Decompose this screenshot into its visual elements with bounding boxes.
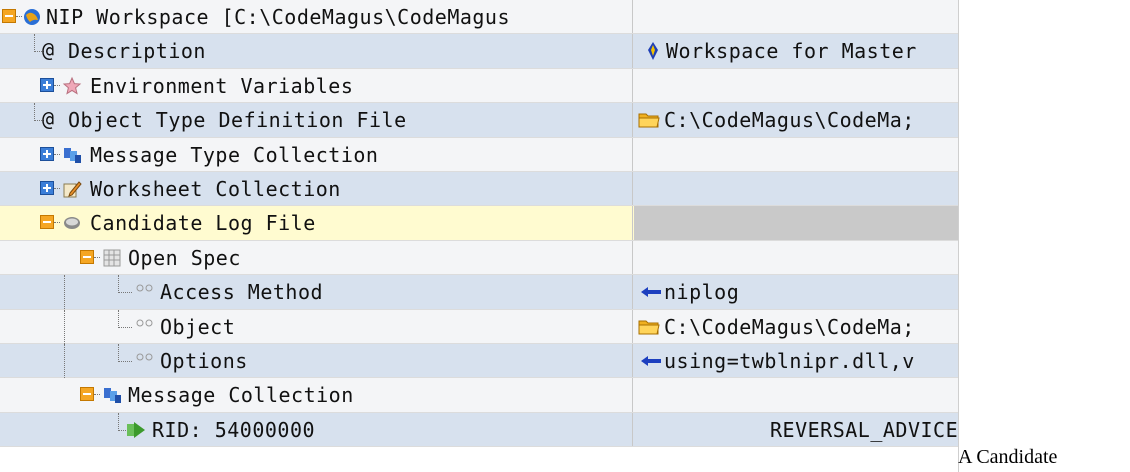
pen-nib-icon: [648, 42, 658, 61]
tree-row-rid[interactable]: RID: 54000000 REVERSAL_ADVICE_04: [0, 412, 958, 448]
tree-row-value: Workspace for Master: [666, 39, 917, 64]
tree-row-worksheet-collection[interactable]: Worksheet Collection: [0, 171, 958, 207]
tree-row-value: C:\CodeMagus\CodeMa;: [664, 314, 915, 339]
tree-row-open-spec[interactable]: Open Spec: [0, 240, 958, 276]
workspace-tree: NIP Workspace [C:\CodeMagus\CodeMagus @ …: [0, 0, 959, 472]
folder-icon: [638, 320, 660, 335]
star-icon: [62, 76, 82, 95]
tree-row-label: Candidate Log File: [90, 211, 316, 236]
tree-row-label: RID: 54000000: [152, 417, 316, 442]
collapse-icon[interactable]: [80, 249, 94, 264]
name-cell: Access Method: [0, 275, 633, 310]
message-arrow-icon: [127, 421, 145, 438]
tree-row-description[interactable]: @ Description Workspace for Master: [0, 34, 958, 69]
arrow-left-icon: [641, 355, 661, 366]
value-cell: [634, 206, 958, 240]
tree-row-label: Access Method: [160, 280, 324, 305]
tree-row-label: Worksheet Collection: [90, 176, 341, 201]
value-cell: [634, 172, 958, 205]
tree-row-label: Options: [160, 348, 248, 373]
name-cell: Open Spec: [0, 240, 633, 275]
tree-row-label: Environment Variables: [90, 73, 354, 98]
name-cell: Worksheet Collection: [0, 171, 633, 206]
tree-row-value: C:\CodeMagus\CodeMa;: [664, 108, 915, 133]
value-cell: C:\CodeMagus\CodeMa;: [634, 310, 958, 343]
at-sign-icon: @: [42, 38, 55, 63]
tree-row-label: Message Type Collection: [90, 142, 379, 167]
disk-log-icon: [64, 217, 80, 230]
attribute-icon: [136, 284, 153, 292]
tree-row-value: REVERSAL_ADVICE_04: [770, 417, 958, 442]
tree-row-access-method[interactable]: Access Method niplog: [0, 275, 958, 310]
name-cell: NIP Workspace [C:\CodeMagus\CodeMagus: [0, 0, 633, 34]
figure-caption: A Candidate: [958, 446, 1058, 468]
tree-row-environment-variables[interactable]: Environment Variables: [0, 68, 958, 104]
attribute-icon: [136, 319, 153, 327]
tree-row-label: Object Type Definition File: [68, 108, 407, 133]
name-cell: RID: 54000000: [0, 412, 633, 447]
tree-row-value: niplog: [664, 280, 740, 305]
collapse-icon[interactable]: [80, 387, 94, 402]
tree-row-workspace[interactable]: NIP Workspace [C:\CodeMagus\CodeMagus: [0, 0, 958, 35]
name-cell: @ Object Type Definition File: [0, 103, 633, 137]
collection-icon: [104, 388, 121, 404]
value-cell: [634, 69, 958, 102]
value-cell: [634, 138, 958, 171]
tree-row-label: NIP Workspace [C:\CodeMagus\CodeMagus: [46, 5, 511, 29]
value-cell: niplog: [634, 275, 958, 308]
tree-row-value: using=twblnipr.dll,v: [664, 348, 915, 373]
arrow-left-icon: [641, 287, 661, 298]
name-cell: @ Description: [0, 34, 633, 68]
tree-row-message-type-collection[interactable]: Message Type Collection: [0, 137, 958, 172]
expand-icon[interactable]: [40, 146, 54, 161]
value-cell: Workspace for Master: [634, 34, 958, 67]
tree-row-message-collection[interactable]: Message Collection: [0, 378, 958, 413]
grid-spec-icon: [103, 249, 121, 267]
tree-row-label: Description: [68, 39, 206, 64]
tree-row-label: Object: [160, 314, 236, 339]
tree-row-label: Open Spec: [128, 245, 241, 270]
name-cell: Options: [0, 343, 633, 378]
tree-row-candidate-log-file[interactable]: Candidate Log File: [0, 206, 958, 241]
attribute-icon: [136, 353, 153, 361]
expand-icon[interactable]: [40, 180, 54, 195]
value-cell: REVERSAL_ADVICE_04: [634, 413, 958, 446]
value-cell: [634, 378, 958, 411]
value-cell: [634, 0, 958, 33]
name-cell: Message Collection: [0, 378, 633, 412]
value-cell: C:\CodeMagus\CodeMa;: [634, 103, 958, 136]
tree-row-options[interactable]: Options using=twblnipr.dll,v: [0, 343, 958, 379]
name-cell: Message Type Collection: [0, 137, 633, 171]
at-sign-icon: @: [42, 107, 55, 132]
collapse-icon[interactable]: [2, 9, 16, 23]
tree-row-label: Message Collection: [128, 383, 354, 408]
name-cell: Object: [0, 309, 633, 344]
name-cell: Candidate Log File: [0, 206, 633, 240]
expand-icon[interactable]: [40, 77, 54, 92]
collection-icon: [64, 147, 81, 163]
workspace-globe-icon: [24, 9, 40, 25]
tree-row-object-type-definition-file[interactable]: @ Object Type Definition File C:\CodeMag…: [0, 103, 958, 138]
folder-icon: [638, 113, 660, 128]
tree-row-object[interactable]: Object C:\CodeMagus\CodeMa;: [0, 309, 958, 344]
name-cell: Environment Variables: [0, 68, 633, 103]
value-cell: using=twblnipr.dll,v: [634, 344, 958, 377]
collapse-icon[interactable]: [40, 215, 54, 230]
value-cell: [634, 241, 958, 274]
pencil-worksheet-icon: [63, 181, 82, 198]
